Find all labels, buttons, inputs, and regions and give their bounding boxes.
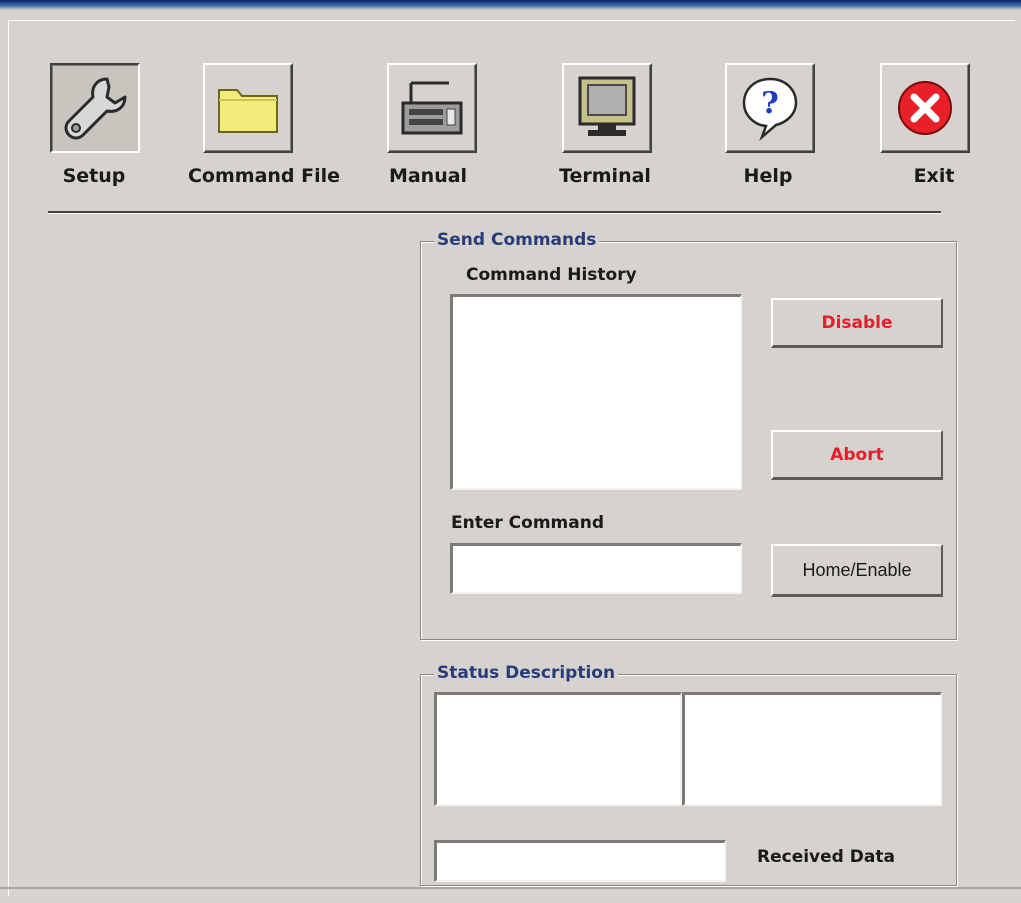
enter-command-input[interactable] <box>450 543 742 594</box>
window-bottom-edge <box>0 887 1021 889</box>
disable-button[interactable]: Disable <box>771 298 943 348</box>
home-enable-button[interactable]: Home/Enable <box>771 544 943 597</box>
monitor-icon <box>578 76 636 136</box>
terminal-button[interactable] <box>562 63 652 153</box>
send-commands-title: Send Commands <box>434 230 600 250</box>
command-history-label: Command History <box>466 265 637 285</box>
command-history-list[interactable] <box>450 294 742 490</box>
help-question-icon: ? <box>742 77 798 141</box>
exit-button[interactable] <box>880 63 970 153</box>
status-right-field <box>682 692 942 806</box>
toolbar-label-help: Help <box>743 165 793 187</box>
exit-x-icon <box>898 81 952 135</box>
help-button[interactable]: ? <box>725 63 815 153</box>
toolbar-label-terminal: Terminal <box>559 165 651 187</box>
svg-text:?: ? <box>761 86 779 121</box>
toolbar-separator-highlight <box>48 213 941 214</box>
status-left-field <box>434 692 682 806</box>
toolbar-label-setup: Setup <box>62 165 126 187</box>
toolbar-label-manual: Manual <box>388 165 468 187</box>
setup-button[interactable] <box>50 63 140 153</box>
status-description-title: Status Description <box>434 663 619 683</box>
received-data-label: Received Data <box>757 847 895 867</box>
abort-button[interactable]: Abort <box>771 430 943 480</box>
keyboard-icon <box>401 81 463 135</box>
title-bar-edge <box>0 0 1021 10</box>
toolbar-label-command-file: Command File <box>187 165 341 187</box>
enter-command-label: Enter Command <box>451 513 604 533</box>
received-data-field[interactable] <box>434 840 726 882</box>
toolbar-label-exit: Exit <box>913 165 955 187</box>
folder-icon <box>218 89 278 133</box>
wrench-icon <box>64 77 127 140</box>
command-file-button[interactable] <box>203 63 293 153</box>
manual-button[interactable] <box>387 63 477 153</box>
